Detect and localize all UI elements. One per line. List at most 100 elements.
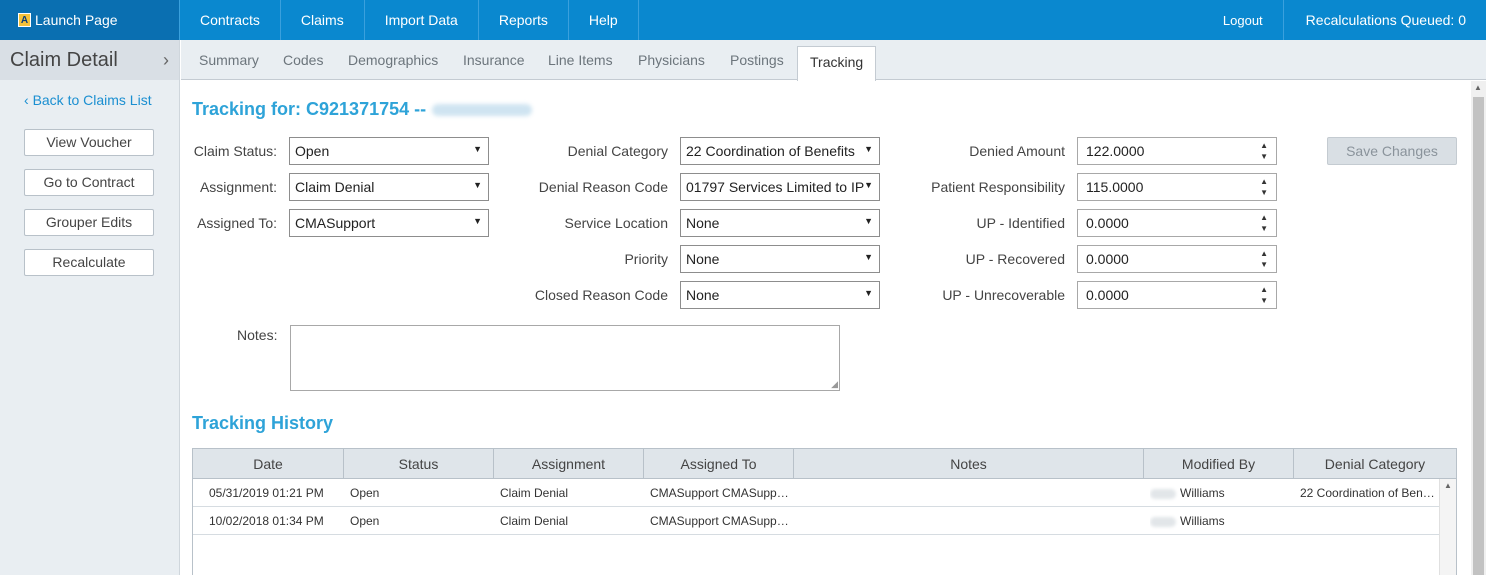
- table-row[interactable]: 10/02/2018 01:34 PM Open Claim Denial CM…: [193, 507, 1439, 535]
- first-name-redacted: [1150, 488, 1176, 499]
- assigned-to-select[interactable]: CMASupport ▼: [289, 209, 489, 237]
- priority-label: Priority: [624, 251, 668, 267]
- dropdown-arrow-icon: ▼: [864, 288, 873, 298]
- page-scrollbar[interactable]: ▲: [1471, 81, 1486, 575]
- tab-demographics[interactable]: Demographics: [348, 40, 438, 80]
- nav-help[interactable]: Help: [569, 0, 639, 40]
- service-location-label: Service Location: [564, 215, 668, 231]
- logout-link[interactable]: Logout: [1203, 0, 1284, 40]
- nav-import-data[interactable]: Import Data: [365, 0, 479, 40]
- save-changes-button[interactable]: Save Changes: [1327, 137, 1457, 165]
- tab-physicians[interactable]: Physicians: [638, 40, 705, 80]
- service-location-select[interactable]: None ▼: [680, 209, 880, 237]
- notes-label: Notes:: [237, 327, 278, 343]
- tracking-history-title: Tracking History: [192, 413, 334, 433]
- dropdown-arrow-icon: ▼: [864, 252, 873, 262]
- spinner-icon[interactable]: ▲ ▼: [1260, 212, 1268, 234]
- denied-amount-input[interactable]: 122.0000 ▲ ▼: [1077, 137, 1277, 165]
- claim-status-label: Claim Status:: [193, 143, 277, 159]
- patient-name-redacted: [432, 104, 533, 117]
- cell-notes: [800, 479, 1140, 507]
- cell-assigned-to: CMASupport CMASupp…: [650, 486, 789, 500]
- denial-category-value: 22 Coordination of Benefits: [686, 143, 855, 159]
- service-location-value: None: [686, 215, 720, 231]
- scrollbar-thumb[interactable]: [1473, 97, 1484, 575]
- cell-modified-by: Williams: [1150, 507, 1290, 535]
- sidebar-header: Claim Detail ›: [0, 40, 179, 80]
- back-to-claims-link[interactable]: ‹ Back to Claims List: [24, 92, 179, 108]
- table-header: Date Status Assignment Assigned To Notes…: [193, 449, 1456, 479]
- dropdown-arrow-icon: ▼: [864, 180, 873, 190]
- cell-assigned-to: CMASupport CMASupp…: [650, 514, 789, 528]
- scroll-up-icon[interactable]: ▲: [1474, 83, 1482, 92]
- closed-reason-value: None: [686, 287, 720, 303]
- recalculations-queued: Recalculations Queued: 0: [1305, 12, 1466, 28]
- tab-insurance[interactable]: Insurance: [463, 40, 524, 80]
- patient-responsibility-value: 115.0000: [1086, 179, 1144, 195]
- patient-responsibility-label: Patient Responsibility: [931, 179, 1065, 195]
- spinner-icon[interactable]: ▲ ▼: [1260, 176, 1268, 198]
- notes-textarea[interactable]: ◢: [290, 325, 840, 391]
- up-recovered-input[interactable]: 0.0000 ▲ ▼: [1077, 245, 1277, 273]
- go-to-contract-button[interactable]: Go to Contract: [24, 169, 154, 196]
- spinner-icon[interactable]: ▲ ▼: [1260, 284, 1268, 306]
- view-voucher-button[interactable]: View Voucher: [24, 129, 154, 156]
- patient-responsibility-input[interactable]: 115.0000 ▲ ▼: [1077, 173, 1277, 201]
- denial-category-select[interactable]: 22 Coordination of Benefits ▼: [680, 137, 880, 165]
- dropdown-arrow-icon: ▼: [473, 180, 482, 190]
- denial-reason-value: 01797 Services Limited to IP: [686, 179, 865, 195]
- sidebar: Claim Detail › ‹ Back to Claims List Vie…: [0, 40, 180, 575]
- cell-status: Open: [350, 486, 380, 500]
- column-header-status[interactable]: Status: [344, 449, 494, 479]
- closed-reason-select[interactable]: None ▼: [680, 281, 880, 309]
- dropdown-arrow-icon: ▼: [473, 216, 482, 226]
- tab-tracking[interactable]: Tracking: [797, 46, 877, 81]
- back-chevron-icon: ‹: [24, 92, 29, 108]
- nav-reports[interactable]: Reports: [479, 0, 569, 40]
- spinner-icon[interactable]: ▲ ▼: [1260, 248, 1268, 270]
- tab-codes[interactable]: Codes: [283, 40, 323, 80]
- cell-status: Open: [350, 514, 380, 528]
- first-name-redacted: [1150, 516, 1176, 527]
- spinner-icon[interactable]: ▲ ▼: [1260, 140, 1268, 162]
- column-header-modified-by[interactable]: Modified By: [1144, 449, 1294, 479]
- nav-contracts[interactable]: Contracts: [180, 0, 281, 40]
- nav-claims[interactable]: Claims: [281, 0, 365, 40]
- collapse-chevron-icon[interactable]: ›: [163, 50, 169, 71]
- column-header-assigned-to[interactable]: Assigned To: [644, 449, 794, 479]
- up-unrecoverable-input[interactable]: 0.0000 ▲ ▼: [1077, 281, 1277, 309]
- assigned-to-value: CMASupport: [295, 215, 376, 231]
- column-header-date[interactable]: Date: [193, 449, 344, 479]
- launch-page-link[interactable]: A Launch Page: [0, 0, 180, 40]
- claim-status-select[interactable]: Open ▼: [289, 137, 489, 165]
- column-header-denial-category[interactable]: Denial Category: [1294, 449, 1456, 479]
- assignment-label: Assignment:: [199, 179, 277, 195]
- denial-reason-label: Denial Reason Code: [538, 179, 668, 195]
- resize-grip-icon[interactable]: ◢: [831, 379, 838, 390]
- grouper-edits-button[interactable]: Grouper Edits: [24, 209, 154, 236]
- table-row[interactable]: 05/31/2019 01:21 PM Open Claim Denial CM…: [193, 479, 1439, 507]
- column-header-assignment[interactable]: Assignment: [494, 449, 644, 479]
- up-unrecoverable-value: 0.0000: [1086, 287, 1129, 303]
- up-identified-label: UP - Identified: [976, 215, 1065, 231]
- scroll-up-icon[interactable]: ▲: [1444, 481, 1452, 490]
- table-scrollbar[interactable]: ▲: [1439, 479, 1456, 575]
- column-header-notes[interactable]: Notes: [794, 449, 1144, 479]
- assignment-select[interactable]: Claim Denial ▼: [289, 173, 489, 201]
- app-logo-icon: A: [18, 13, 31, 27]
- dropdown-arrow-icon: ▼: [864, 144, 873, 154]
- assigned-to-label: Assigned To:: [197, 215, 277, 231]
- cell-date: 05/31/2019 01:21 PM: [209, 486, 324, 500]
- closed-reason-label: Closed Reason Code: [534, 287, 668, 303]
- denial-reason-select[interactable]: 01797 Services Limited to IP ▼: [680, 173, 880, 201]
- tab-summary[interactable]: Summary: [199, 40, 259, 80]
- recalculate-button[interactable]: Recalculate: [24, 249, 154, 276]
- priority-value: None: [686, 251, 720, 267]
- tab-line-items[interactable]: Line Items: [548, 40, 613, 80]
- cell-notes: [800, 507, 1140, 535]
- tab-postings[interactable]: Postings: [730, 40, 784, 80]
- tracking-history-table: Date Status Assignment Assigned To Notes…: [192, 448, 1457, 575]
- up-identified-input[interactable]: 0.0000 ▲ ▼: [1077, 209, 1277, 237]
- priority-select[interactable]: None ▼: [680, 245, 880, 273]
